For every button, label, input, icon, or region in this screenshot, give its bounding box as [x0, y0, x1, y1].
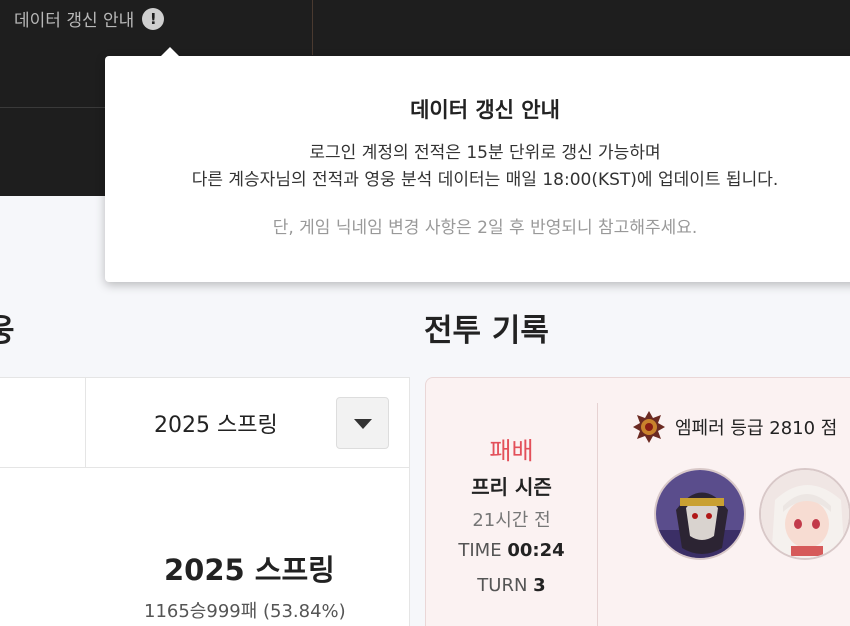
notice-link-label: 데이터 갱신 안내 [14, 11, 135, 31]
season-record: 1165승999패 (53.84%) [144, 601, 346, 622]
season-select-bar: 2025 스프링 [0, 377, 410, 468]
battle-record-heading: 전투 기록 [424, 313, 549, 349]
chevron-down-icon [354, 419, 372, 429]
match-card[interactable]: 패배 프리 시즌 21시간 전 TIME 00:24 TURN 3 엠페러 등급… [425, 377, 850, 626]
popover-line-2: 다른 계승자님의 전적과 영웅 분석 데이터는 매일 18:00(KST)에 업… [191, 170, 779, 190]
time-label: TIME [458, 540, 502, 561]
popover-note: 단, 게임 닉네임 변경 사항은 2일 후 반영되니 참고해주세요. [272, 218, 698, 238]
data-update-notice-link[interactable]: 데이터 갱신 안내 ! [14, 6, 165, 31]
popover-line-1: 로그인 계정의 전적은 15분 단위로 갱신 가능하며 [309, 143, 661, 163]
time-value: 00:24 [507, 540, 565, 561]
season-select-value[interactable]: 2025 스프링 [154, 407, 278, 439]
hero-portrait-knight [656, 470, 744, 558]
match-card-separator [597, 403, 598, 626]
season-summary-card: 2025 스프링 1165승999패 (53.84%) [0, 468, 410, 626]
match-duration: TIME 00:24 [426, 540, 597, 561]
topbar-divider-horizontal [0, 107, 106, 108]
season-dropdown-button[interactable] [336, 397, 389, 449]
match-turns: TURN 3 [426, 575, 597, 596]
season-title: 2025 스프링 [164, 553, 335, 587]
match-result: 패배 [489, 437, 534, 465]
hero-section-heading: 웅 [0, 313, 15, 349]
popover-arrow [161, 47, 179, 56]
turn-label: TURN [477, 575, 528, 596]
rank-text: 엠페러 등급 2810 점 [675, 418, 838, 439]
turn-value: 3 [533, 575, 546, 596]
data-update-popover: 데이터 갱신 안내 로그인 계정의 전적은 15분 단위로 갱신 가능하며 다른… [105, 47, 850, 282]
match-mode: 프리 시즌 [471, 475, 552, 499]
emperor-emblem-icon [633, 411, 665, 443]
season-bar-separator [85, 378, 86, 468]
match-time-ago: 21시간 전 [472, 510, 551, 531]
hero-avatar[interactable] [654, 468, 746, 560]
rank-info: 엠페러 등급 2810 점 [631, 409, 837, 445]
hero-avatar[interactable] [759, 468, 850, 560]
hero-portrait-girl [761, 470, 849, 558]
exclamation-icon[interactable]: ! [142, 7, 165, 30]
topbar-divider-vertical [312, 0, 313, 55]
popover-title: 데이터 갱신 안내 [410, 98, 560, 122]
